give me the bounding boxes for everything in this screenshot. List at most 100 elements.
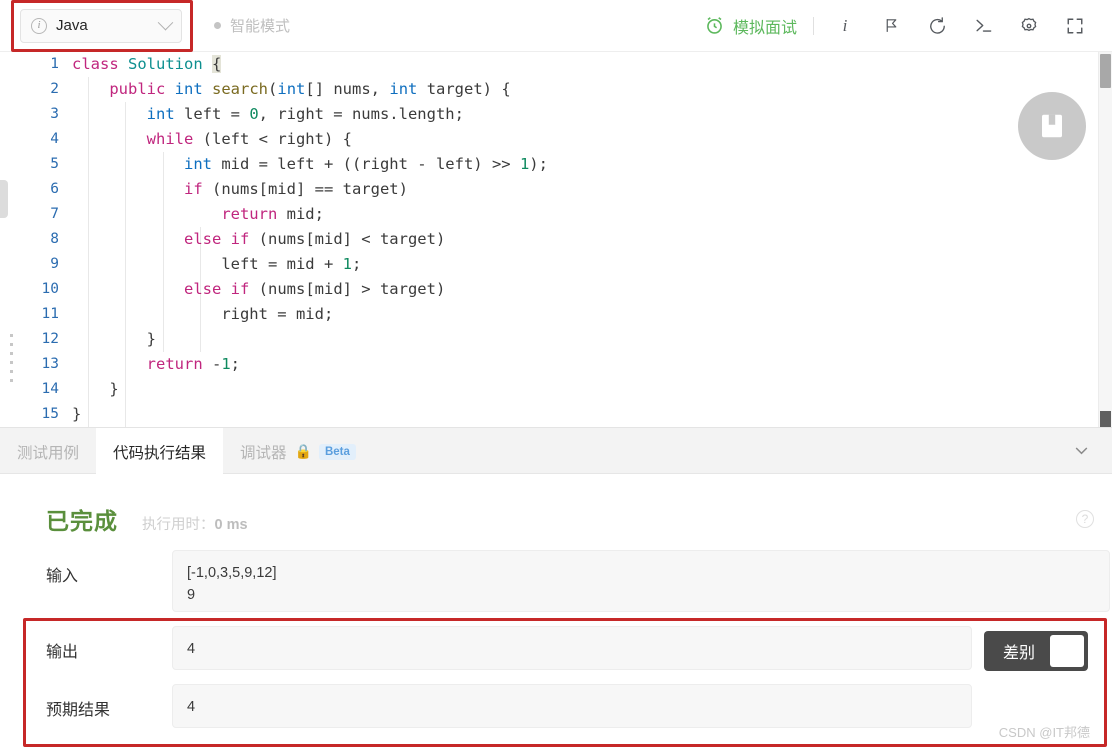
- code-text: while (left < right) {: [146, 130, 352, 148]
- undo-icon[interactable]: [922, 11, 952, 41]
- code-text: else if (nums[mid] < target): [183, 230, 446, 248]
- status-dot-icon: [214, 22, 221, 29]
- diff-toggle-button[interactable]: 差别: [984, 631, 1088, 671]
- mock-interview-button[interactable]: 模拟面试: [704, 14, 797, 38]
- code-text: }: [72, 330, 156, 348]
- tab-execution-result[interactable]: 代码执行结果: [96, 428, 224, 475]
- toolbar-divider: [813, 16, 814, 35]
- code-line[interactable]: 13 return -1;: [0, 352, 1096, 377]
- result-tabbar: 测试用例 代码执行结果 调试器 🔒 Beta: [0, 427, 1112, 475]
- alarm-clock-icon: [707, 17, 722, 34]
- input-value-box[interactable]: [-1,0,3,5,9,12] 9: [172, 550, 1110, 612]
- editor-scrollbar[interactable]: [1098, 52, 1112, 427]
- code-text: else if (nums[mid] > target): [183, 280, 446, 298]
- notebook-button[interactable]: [1018, 92, 1086, 160]
- row-input: 输入 [-1,0,3,5,9,12] 9: [0, 550, 1112, 612]
- smart-mode-label: 智能模式: [230, 18, 291, 35]
- flag-icon[interactable]: [876, 11, 906, 41]
- code-line[interactable]: 9 left = mid + 1;: [0, 252, 1096, 277]
- code-line[interactable]: 3 int left = 0, right = nums.length;: [0, 102, 1096, 127]
- language-label: Java: [56, 17, 88, 34]
- scrollbar-thumb[interactable]: [1100, 54, 1111, 88]
- expected-label: 预期结果: [46, 702, 111, 719]
- code-line[interactable]: 5 int mid = left + ((right - left) >> 1)…: [0, 152, 1096, 177]
- code-line[interactable]: 7 return mid;: [0, 202, 1096, 227]
- beta-badge: Beta: [318, 443, 356, 460]
- mock-interview-label: 模拟面试: [732, 19, 797, 37]
- code-line[interactable]: 8 else if (nums[mid] < target): [0, 227, 1096, 252]
- code-line[interactable]: 15}: [0, 402, 1096, 427]
- info-icon[interactable]: i: [830, 11, 860, 41]
- line-number: 12: [41, 331, 59, 347]
- status-badge: 已完成: [46, 508, 118, 534]
- code-text: if (nums[mid] == target): [183, 180, 408, 198]
- runtime-value: 0 ms: [214, 517, 248, 533]
- code-editor[interactable]: 1 class Solution {2 public int search(int…: [0, 52, 1112, 427]
- tab-debugger[interactable]: 调试器 🔒 Beta: [223, 428, 373, 475]
- code-line[interactable]: 1 class Solution {: [0, 52, 1096, 77]
- console-icon[interactable]: [968, 11, 998, 41]
- tab-testcases[interactable]: 测试用例: [0, 428, 96, 475]
- row-output: 输出 4: [0, 626, 1112, 670]
- tab-label: 测试用例: [17, 444, 80, 462]
- code-line[interactable]: 2 public int search(int[] nums, int targ…: [0, 77, 1096, 102]
- line-number: 8: [50, 231, 59, 247]
- code-text: return -1;: [146, 355, 241, 373]
- line-number: 4: [50, 131, 59, 147]
- line-number: 15: [41, 406, 59, 422]
- info-circle-icon: i: [31, 17, 47, 34]
- code-line[interactable]: 10 else if (nums[mid] > target): [0, 277, 1096, 302]
- tab-label: 调试器: [240, 444, 287, 462]
- question-circle-icon[interactable]: ?: [1076, 510, 1094, 528]
- code-line[interactable]: 11 right = mid;: [0, 302, 1096, 327]
- language-selector-wrap: i Java: [11, 0, 193, 52]
- scrollbar-bottom-marker[interactable]: [1100, 411, 1111, 427]
- code-text: int left = 0, right = nums.length;: [146, 105, 464, 123]
- output-value-box[interactable]: 4: [172, 626, 972, 670]
- fullscreen-icon[interactable]: [1060, 11, 1090, 41]
- lock-icon: 🔒: [294, 443, 312, 459]
- leetcode-editor-page: i Java 智能模式 模拟面试 i 1 class Solution {2 …: [0, 0, 1112, 747]
- output-label: 输出: [46, 644, 79, 661]
- collapse-panel-button[interactable]: [1073, 428, 1112, 473]
- smart-mode-toggle[interactable]: 智能模式: [214, 15, 290, 36]
- code-text: return mid;: [221, 205, 324, 223]
- diff-toggle-knob[interactable]: [1050, 635, 1084, 667]
- code-text: public int search(int[] nums, int target…: [109, 80, 511, 98]
- line-number: 14: [41, 381, 59, 397]
- result-header: 已完成 执行用时：0 ms: [0, 474, 1112, 536]
- code-text: }: [72, 405, 82, 423]
- chevron-down-icon: [157, 14, 174, 31]
- runtime-label: 执行用时：: [142, 517, 215, 533]
- code-text: }: [72, 380, 119, 398]
- line-number: 3: [50, 106, 59, 122]
- line-number: 11: [41, 306, 59, 322]
- line-number: 13: [41, 356, 59, 372]
- expected-value-box[interactable]: 4: [172, 684, 972, 728]
- line-number: 7: [50, 206, 59, 222]
- code-text: right = mid;: [221, 305, 334, 323]
- code-line[interactable]: 14 }: [0, 377, 1096, 402]
- settings-gear-icon[interactable]: [1014, 11, 1044, 41]
- toolbar-actions: 模拟面试 i: [704, 11, 1112, 41]
- code-lines[interactable]: 1 class Solution {2 public int search(int…: [0, 52, 1096, 427]
- diff-toggle-label: 差别: [1002, 645, 1035, 662]
- tab-label: 代码执行结果: [113, 444, 207, 462]
- line-number: 6: [50, 181, 59, 197]
- notebook-bookmark-icon: [1042, 114, 1062, 138]
- code-line[interactable]: 12 }: [0, 327, 1096, 352]
- code-text: left = mid + 1;: [221, 255, 362, 273]
- code-line[interactable]: 6 if (nums[mid] == target): [0, 177, 1096, 202]
- language-selector[interactable]: i Java: [20, 8, 182, 43]
- line-number: 9: [50, 256, 59, 272]
- code-text: int mid = left + ((right - left) >> 1);: [183, 155, 548, 173]
- chevron-down-icon: [1075, 447, 1088, 455]
- row-expected: 预期结果 4: [0, 684, 1112, 728]
- line-number: 1: [50, 56, 59, 72]
- runtime-info: 执行用时：0 ms: [142, 513, 248, 534]
- execution-result-panel: 已完成 执行用时：0 ms ? 输入 [-1,0,3,5,9,12] 9 输出 …: [0, 474, 1112, 747]
- code-line[interactable]: 4 while (left < right) {: [0, 127, 1096, 152]
- line-number: 5: [50, 156, 59, 172]
- line-number: 10: [41, 281, 59, 297]
- line-number: 2: [50, 81, 59, 97]
